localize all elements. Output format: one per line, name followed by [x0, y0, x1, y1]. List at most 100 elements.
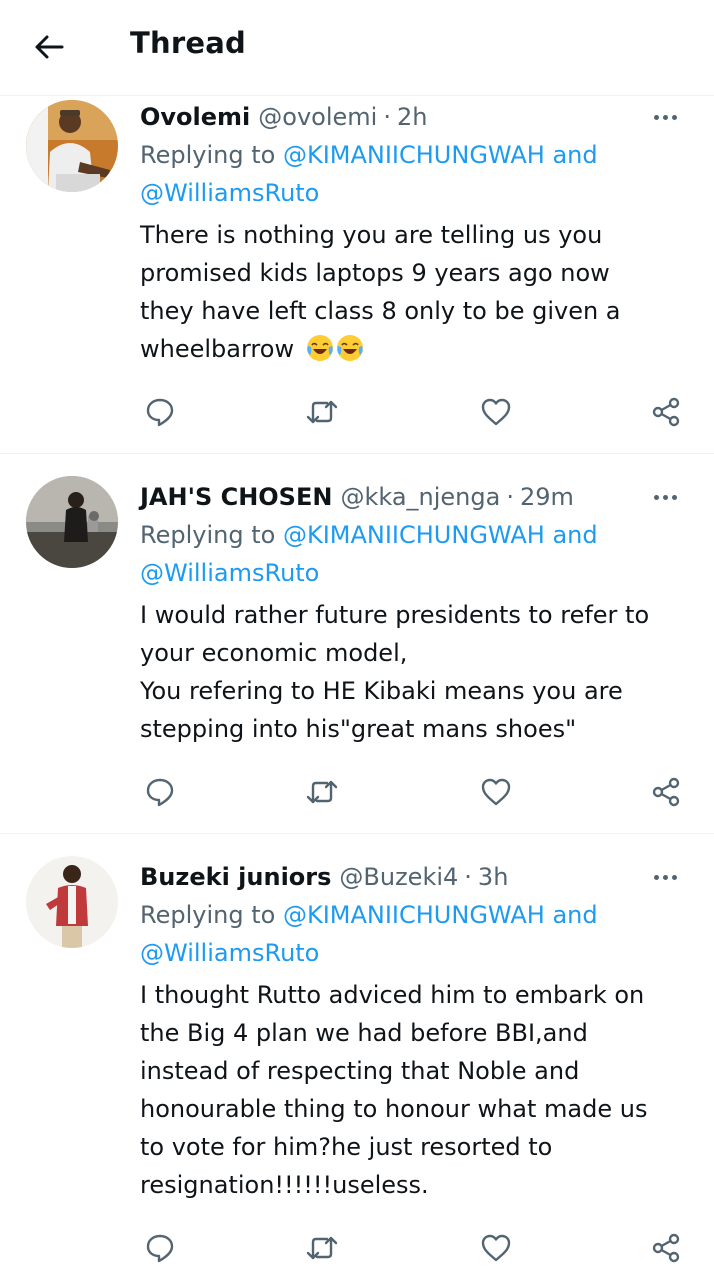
tweet-text-line: the Big 4 plan we had before BBI,and — [140, 1019, 588, 1047]
share-button[interactable] — [646, 772, 686, 812]
more-dot — [662, 114, 668, 120]
reply-and[interactable]: and — [552, 901, 597, 929]
mention-link[interactable]: @WilliamsRuto — [140, 939, 319, 967]
avatar-image — [26, 100, 118, 192]
like-button[interactable] — [476, 392, 516, 432]
separator-dot: · — [464, 863, 472, 891]
top-bar: Thread — [0, 0, 714, 96]
tweet-text: I would rather future presidents to refe… — [140, 596, 685, 748]
tweet-content: Ovolemi @ovolemi · 2h Replying to @KIMAN… — [140, 98, 685, 368]
share-icon — [652, 397, 680, 427]
tweet-header: JAH'S CHOSEN @kka_njenga · 29m — [140, 478, 685, 516]
tweet-text-line: There is nothing you are telling us you — [140, 221, 603, 249]
timestamp[interactable]: 3h — [478, 863, 508, 891]
share-icon — [652, 777, 680, 807]
replying-label: Replying to — [140, 901, 276, 929]
tweet-text-line: You refering to HE Kibaki means you are — [140, 677, 623, 705]
reply-icon — [146, 1234, 174, 1263]
more-button[interactable] — [645, 862, 685, 892]
mention-link[interactable]: @WilliamsRuto — [140, 179, 319, 207]
tweet-actions — [140, 772, 690, 812]
reply-button[interactable] — [140, 392, 180, 432]
arrow-left-icon — [35, 35, 64, 59]
like-button[interactable] — [476, 772, 516, 812]
mention-link[interactable]: @KIMANIICHUNGWAH — [283, 901, 545, 929]
author-name[interactable]: Ovolemi — [140, 103, 250, 131]
more-dot — [671, 494, 677, 500]
tweet-text-line: stepping into his"great mans shoes" — [140, 715, 577, 743]
avatar[interactable] — [26, 476, 118, 568]
reply-context: Replying to @KIMANIICHUNGWAH and @Willia… — [140, 896, 685, 972]
timestamp[interactable]: 2h — [397, 103, 427, 131]
tweet-text-line: promised kids laptops 9 years ago now — [140, 259, 610, 287]
reply-button[interactable] — [140, 1228, 180, 1268]
share-icon — [652, 1233, 680, 1263]
author-name[interactable]: Buzeki juniors — [140, 863, 331, 891]
tweet-text-line: honourable thing to honour what made us — [140, 1095, 648, 1123]
avatar-image — [26, 856, 118, 948]
more-dot — [662, 874, 668, 880]
author-handle[interactable]: @kka_njenga — [340, 483, 500, 511]
tweet-content: Buzeki juniors @Buzeki4 · 3h Replying to… — [140, 858, 685, 1204]
more-button[interactable] — [645, 482, 685, 512]
tweet-header: Buzeki juniors @Buzeki4 · 3h — [140, 858, 685, 896]
reply-icon — [146, 398, 174, 427]
reply-and[interactable]: and — [552, 521, 597, 549]
more-dot — [671, 874, 677, 880]
tweet-actions — [140, 1228, 690, 1268]
tweet-text-line: wheelbarrow — [140, 335, 295, 363]
more-dot — [662, 494, 668, 500]
replying-label: Replying to — [140, 141, 276, 169]
retweet-button[interactable] — [302, 772, 342, 812]
tweet-text-line: they have left class 8 only to be given … — [140, 297, 621, 325]
retweet-button[interactable] — [302, 392, 342, 432]
more-button[interactable] — [645, 102, 685, 132]
share-button[interactable] — [646, 392, 686, 432]
mention-link[interactable]: @WilliamsRuto — [140, 559, 319, 587]
separator-dot: · — [383, 103, 391, 131]
reply-context: Replying to @KIMANIICHUNGWAH and @Willia… — [140, 136, 685, 212]
reply-button[interactable] — [140, 772, 180, 812]
retweet-icon — [306, 1236, 338, 1260]
tweet-text: I thought Rutto adviced him to embark on… — [140, 976, 685, 1204]
like-button[interactable] — [476, 1228, 516, 1268]
tweet[interactable]: Buzeki juniors @Buzeki4 · 3h Replying to… — [0, 834, 714, 1288]
retweet-button[interactable] — [302, 1228, 342, 1268]
back-button[interactable] — [24, 24, 74, 70]
tweet-text: There is nothing you are telling us you … — [140, 216, 685, 368]
author-handle[interactable]: @Buzeki4 — [339, 863, 458, 891]
heart-icon — [481, 778, 511, 806]
heart-icon — [481, 398, 511, 426]
tweet-text-line: I thought Rutto adviced him to embark on — [140, 981, 645, 1009]
face-with-tears-of-joy-icon — [336, 335, 363, 361]
mention-link[interactable]: @KIMANIICHUNGWAH — [283, 141, 545, 169]
tweet-text-line: I would rather future presidents to refe… — [140, 601, 650, 629]
tweet-header: Ovolemi @ovolemi · 2h — [140, 98, 685, 136]
tweet-actions — [140, 392, 690, 432]
heart-icon — [481, 1234, 511, 1262]
tweet[interactable]: JAH'S CHOSEN @kka_njenga · 29m Replying … — [0, 454, 714, 834]
page-title: Thread — [130, 26, 246, 60]
tweet-text-line: resignation!!!!!!useless. — [140, 1171, 429, 1199]
author-name[interactable]: JAH'S CHOSEN — [140, 483, 332, 511]
share-button[interactable] — [646, 1228, 686, 1268]
author-handle[interactable]: @ovolemi — [258, 103, 377, 131]
separator-dot: · — [506, 483, 514, 511]
avatar[interactable] — [26, 100, 118, 192]
more-horizontal-icon — [653, 494, 659, 500]
more-horizontal-icon — [653, 114, 659, 120]
tweet-text-line: instead of respecting that Noble and — [140, 1057, 580, 1085]
reply-context: Replying to @KIMANIICHUNGWAH and @Willia… — [140, 516, 685, 592]
reply-and[interactable]: and — [552, 141, 597, 169]
more-dot — [671, 114, 677, 120]
tweet-text-line: your economic model, — [140, 639, 408, 667]
avatar-image — [26, 476, 118, 568]
replying-label: Replying to — [140, 521, 276, 549]
avatar[interactable] — [26, 856, 118, 948]
tweet-content: JAH'S CHOSEN @kka_njenga · 29m Replying … — [140, 478, 685, 748]
mention-link[interactable]: @KIMANIICHUNGWAH — [283, 521, 545, 549]
more-horizontal-icon — [653, 874, 659, 880]
retweet-icon — [306, 780, 338, 804]
timestamp[interactable]: 29m — [520, 483, 574, 511]
tweet[interactable]: Ovolemi @ovolemi · 2h Replying to @KIMAN… — [0, 96, 714, 454]
